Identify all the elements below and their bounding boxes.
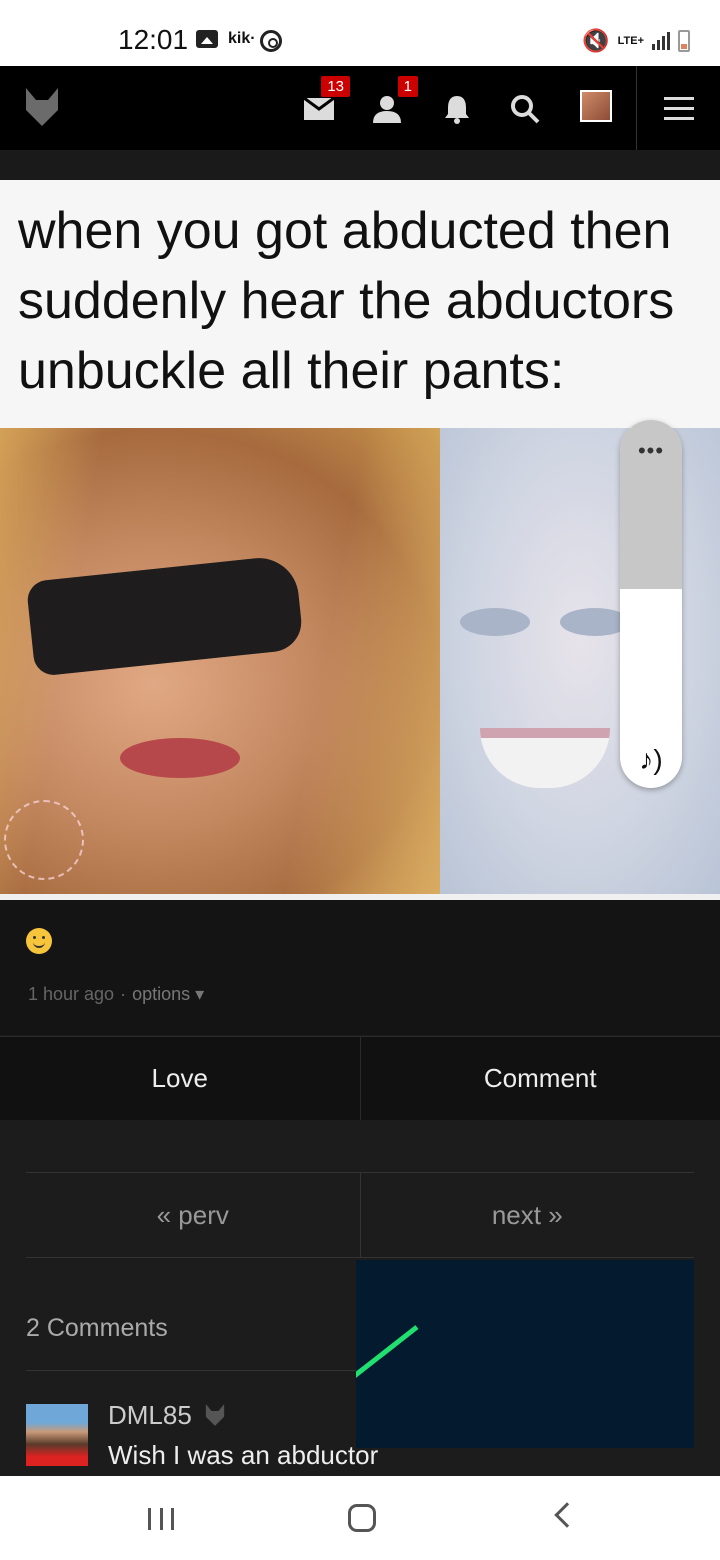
status-bar: 12:01 kik· 🔇 LTE+: [0, 0, 720, 66]
mail-icon: [304, 98, 334, 120]
nav-divider: [636, 66, 637, 150]
friends-badge: 1: [397, 76, 418, 97]
status-time: 12:01: [118, 24, 189, 55]
comment-button[interactable]: Comment: [359, 1037, 720, 1120]
home-icon[interactable]: [348, 1504, 376, 1532]
post-time: 1 hour ago: [28, 984, 115, 1004]
comment-text: Wish I was an abductor: [108, 1440, 379, 1470]
search-icon: [511, 95, 540, 124]
user-icon: [373, 96, 401, 123]
post-meta: 1 hour ago · options ▾: [0, 900, 720, 1035]
menu-button[interactable]: [656, 86, 702, 132]
signal-icon: [652, 32, 670, 50]
profile-avatar[interactable]: [580, 90, 612, 122]
music-volume-icon[interactable]: ♪): [620, 744, 682, 776]
prev-post-link[interactable]: « perv: [26, 1173, 360, 1257]
comments-count: 2 Comments: [26, 1314, 168, 1342]
next-post-link[interactable]: next »: [359, 1173, 695, 1257]
fox-logo-icon[interactable]: [24, 86, 60, 128]
messages-button[interactable]: 13: [296, 76, 350, 132]
smiley-emoji-icon: [26, 928, 52, 954]
gallery-notification-icon: [196, 30, 218, 48]
watermark-logo: [4, 800, 84, 880]
post-meta-line: 1 hour ago · options ▾: [28, 984, 204, 1005]
post-pager: « perv next »: [26, 1172, 694, 1258]
closed-eye-left: [460, 608, 530, 636]
search-button[interactable]: [502, 86, 548, 132]
volume-menu-icon[interactable]: •••: [620, 438, 682, 464]
kik-notification-icon: kik·: [228, 30, 256, 47]
sync-notification-icon: [260, 30, 282, 52]
comment-avatar[interactable]: [26, 1404, 88, 1466]
header-spacer: [0, 150, 720, 180]
back-icon[interactable]: [554, 1502, 580, 1528]
messages-badge: 13: [321, 76, 350, 97]
meta-separator: ·: [120, 984, 127, 1004]
bell-icon: [445, 96, 469, 124]
top-nav: 13 1: [0, 66, 720, 150]
overlay-green-stroke: [356, 1325, 419, 1385]
status-right: 🔇 LTE+: [582, 28, 690, 54]
floating-overlay[interactable]: [356, 1260, 694, 1448]
friends-button[interactable]: 1: [364, 76, 418, 132]
system-nav-bar: [0, 1476, 720, 1560]
meme-caption: when you got abducted then suddenly hear…: [0, 180, 720, 428]
comment-username[interactable]: DML85: [108, 1400, 227, 1431]
mute-icon: 🔇: [582, 28, 610, 53]
love-button[interactable]: Love: [0, 1037, 360, 1120]
fox-badge-icon: [205, 1404, 225, 1426]
options-dropdown[interactable]: options ▾: [132, 984, 204, 1004]
battery-icon: [678, 30, 690, 52]
volume-slider[interactable]: ••• ♪): [620, 420, 682, 788]
notifications-button[interactable]: [434, 86, 480, 132]
post-actions: Love Comment: [0, 1036, 720, 1120]
lips: [120, 738, 240, 778]
comment-user-name: DML85: [108, 1400, 192, 1430]
recents-icon[interactable]: [148, 1508, 174, 1530]
menu-icon: [664, 97, 694, 120]
lte-indicator: LTE+: [617, 34, 644, 47]
meme-image: [0, 428, 720, 894]
